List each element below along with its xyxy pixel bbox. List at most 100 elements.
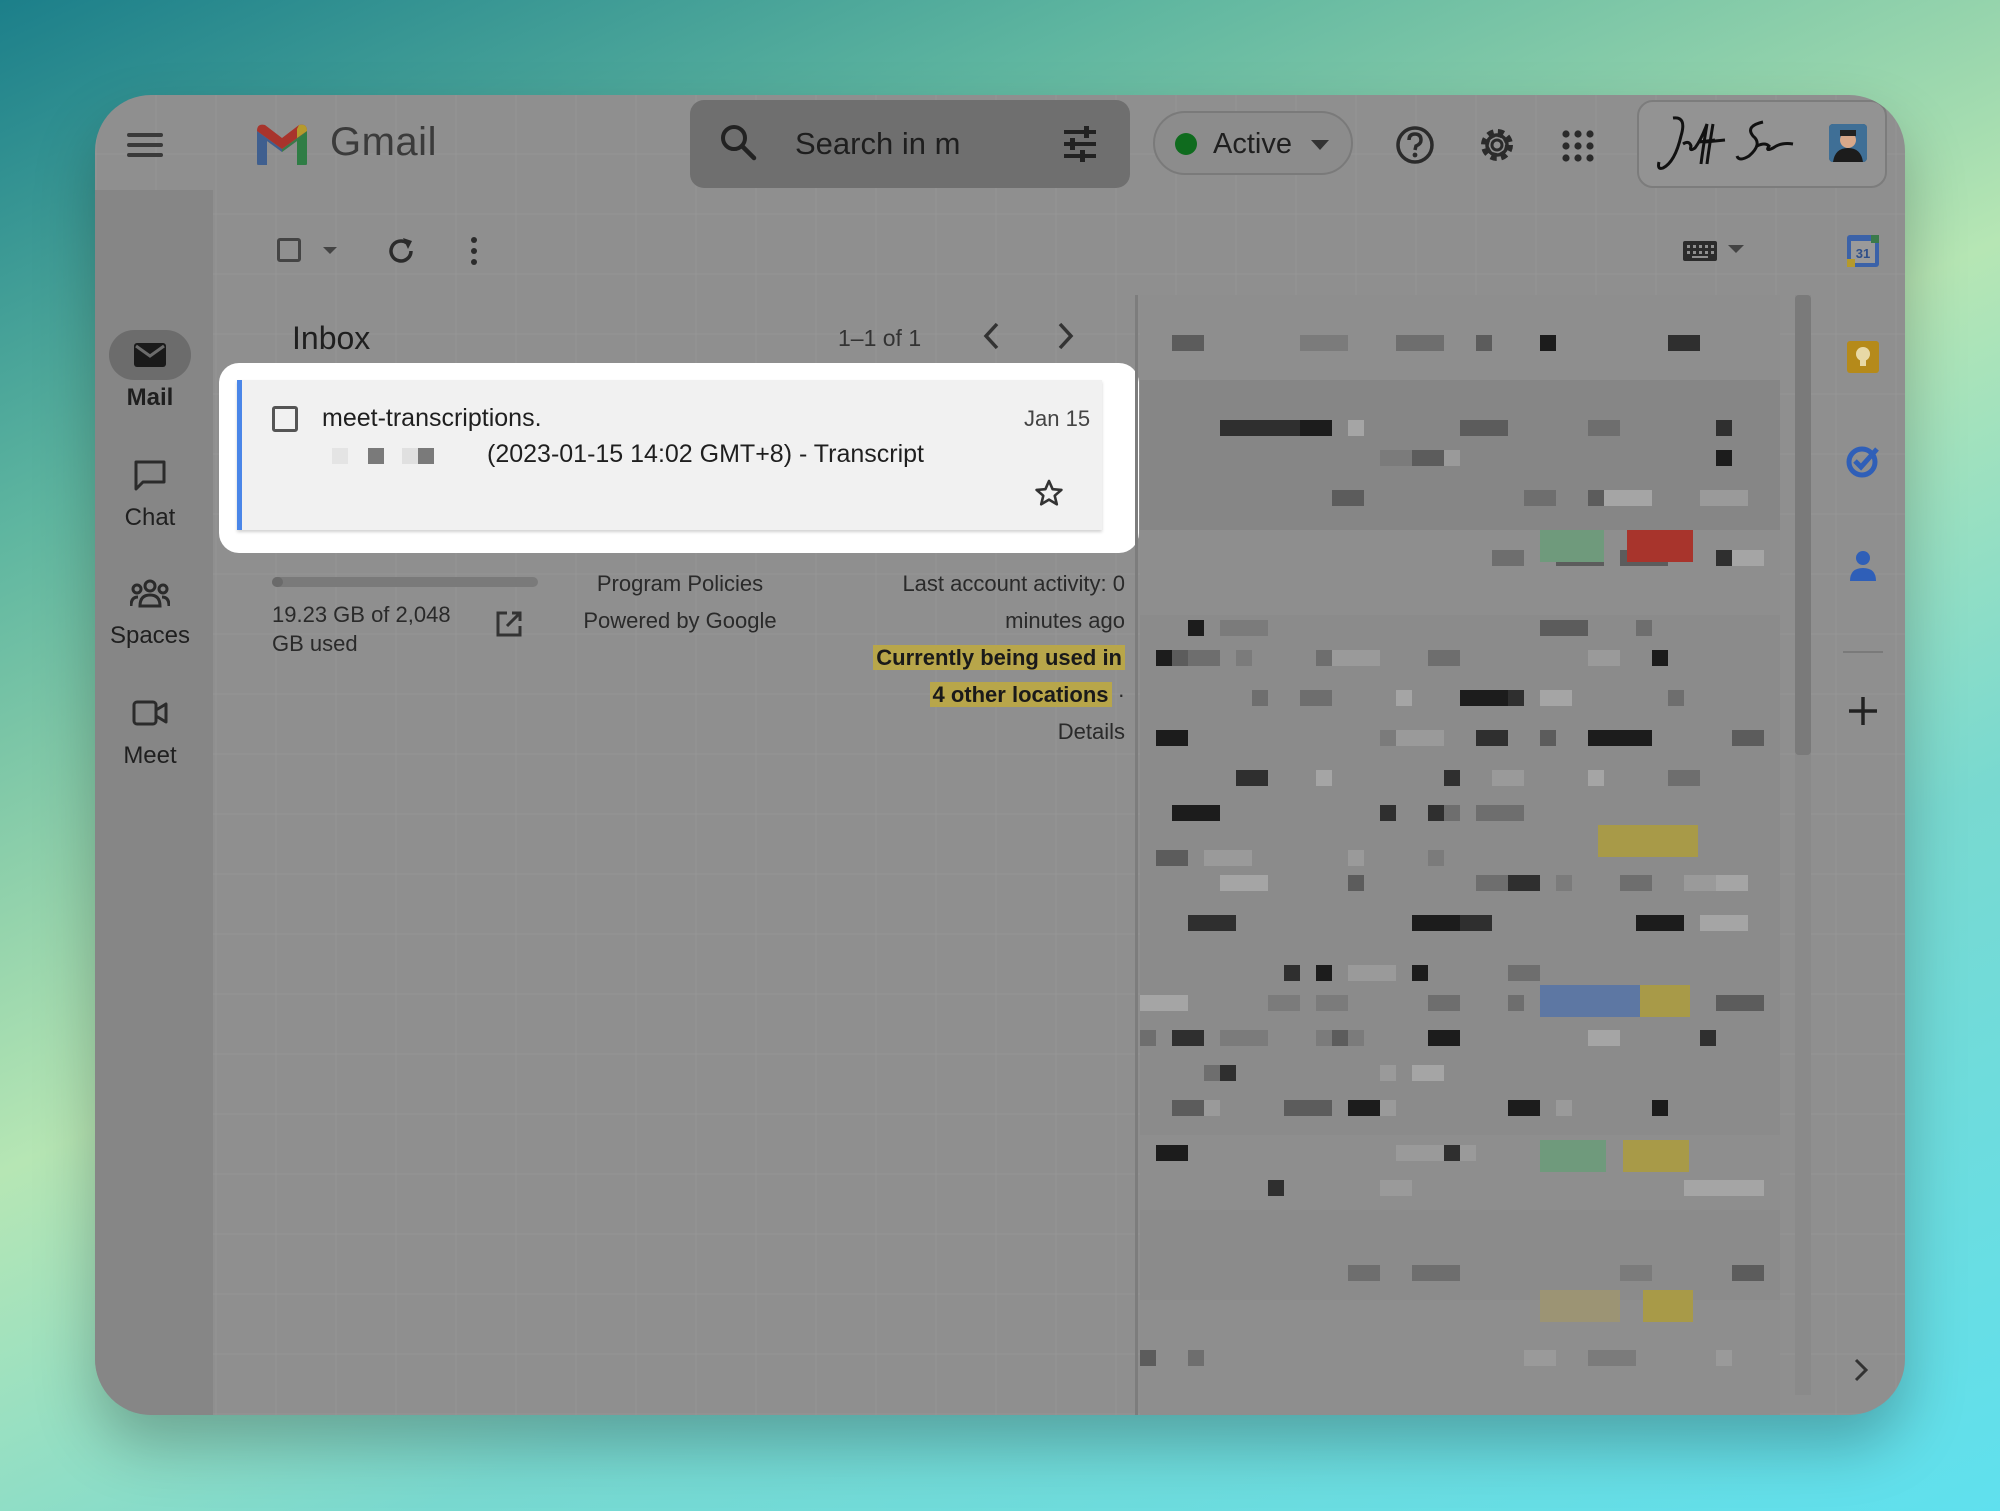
chevron-right-icon[interactable] xyxy=(1053,321,1077,351)
footer-links: Program Policies Powered by Google xyxy=(550,565,810,639)
redacted-block xyxy=(1460,915,1492,931)
redacted-block xyxy=(1588,490,1604,506)
redacted-block xyxy=(1268,420,1300,436)
split-divider[interactable] xyxy=(1135,295,1138,1415)
row-checkbox[interactable] xyxy=(272,406,298,432)
redacted-block xyxy=(1348,850,1364,866)
redacted-block xyxy=(1620,1265,1652,1281)
redacted-block xyxy=(1444,805,1460,821)
add-icon[interactable] xyxy=(1847,695,1879,727)
tune-icon[interactable] xyxy=(1060,124,1100,164)
redacted-block xyxy=(1460,420,1508,436)
chevron-right-icon[interactable] xyxy=(1851,1357,1871,1383)
tasks-icon[interactable] xyxy=(1845,443,1881,479)
pane-row-band xyxy=(1140,380,1780,530)
select-all-checkbox[interactable] xyxy=(277,238,301,262)
keyboard-icon[interactable] xyxy=(1682,240,1718,262)
redacted-block xyxy=(1396,690,1412,706)
input-tools-caret-icon[interactable] xyxy=(1728,245,1744,253)
redacted-block xyxy=(1284,965,1300,981)
redacted-block xyxy=(1460,1145,1476,1161)
search-icon[interactable] xyxy=(718,122,758,162)
avatar[interactable] xyxy=(1829,124,1867,162)
email-date: Jan 15 xyxy=(1024,406,1091,431)
redacted-block xyxy=(1700,915,1748,931)
reading-pane-redacted xyxy=(1140,295,1780,1415)
gear-icon[interactable] xyxy=(1477,125,1517,165)
redacted-block xyxy=(1716,1350,1732,1366)
status-dropdown[interactable]: Active xyxy=(1153,111,1353,175)
redacted-block xyxy=(1348,1265,1380,1281)
menu-icon[interactable] xyxy=(127,127,163,163)
gmail-logo-icon[interactable] xyxy=(253,121,311,165)
redacted-block xyxy=(1588,730,1636,746)
redacted-block xyxy=(1732,730,1764,746)
redacted-block xyxy=(1412,1065,1444,1081)
redacted-block xyxy=(1220,1065,1236,1081)
pane-row-band xyxy=(1140,1210,1780,1300)
redacted-block xyxy=(1172,1100,1204,1116)
keep-icon[interactable] xyxy=(1845,339,1881,375)
redacted-block xyxy=(1188,620,1204,636)
redacted-block xyxy=(1492,770,1524,786)
redacted-block xyxy=(1316,995,1348,1011)
search-input[interactable]: Search in m xyxy=(795,126,960,162)
details-link[interactable]: Details xyxy=(815,713,1125,750)
redacted-block xyxy=(1332,490,1364,506)
program-policies-link[interactable]: Program Policies xyxy=(550,565,810,602)
apps-icon[interactable] xyxy=(1561,129,1595,163)
redacted-block xyxy=(1556,875,1572,891)
redacted-block xyxy=(1300,690,1332,706)
storage-meter xyxy=(272,577,538,587)
storage-meter-fill xyxy=(272,577,283,587)
redacted-block xyxy=(332,448,348,464)
redacted-block xyxy=(1428,335,1444,351)
redacted-block xyxy=(1204,1065,1220,1081)
app-name: Gmail xyxy=(330,120,437,164)
account-switcher[interactable] xyxy=(1637,100,1887,188)
open-in-new-icon[interactable] xyxy=(495,610,523,638)
redacted-block xyxy=(1332,1030,1348,1046)
calendar-day: 31 xyxy=(1856,246,1870,261)
redacted-block xyxy=(1524,1350,1556,1366)
search-bar[interactable]: Search in m xyxy=(690,100,1130,188)
calendar-icon[interactable]: 31 xyxy=(1845,233,1881,269)
storage-usage: 19.23 GB of 2,048 GB used xyxy=(272,602,451,656)
nav-item-chat[interactable]: Chat xyxy=(95,450,205,532)
redacted-block xyxy=(1348,420,1364,436)
redacted-block xyxy=(1732,1265,1764,1281)
spaces-icon xyxy=(130,579,170,608)
redacted-block xyxy=(1668,335,1700,351)
redacted-block xyxy=(1428,650,1460,666)
scrollbar-thumb[interactable] xyxy=(1795,295,1811,755)
nav-item-spaces[interactable]: Spaces xyxy=(95,568,205,650)
reading-pane-scrollbar[interactable] xyxy=(1795,295,1811,1395)
contacts-icon[interactable] xyxy=(1845,547,1881,583)
table-row[interactable]: meet-transcriptions. Jan 15 (2023-01-15 … xyxy=(237,380,1102,530)
redacted-block xyxy=(1428,850,1444,866)
select-menu-caret-icon[interactable] xyxy=(323,247,337,254)
nav-item-meet[interactable]: Meet xyxy=(95,688,205,770)
star-icon[interactable] xyxy=(1034,478,1064,508)
redacted-label-chip xyxy=(1540,1140,1606,1172)
page-title: Inbox xyxy=(292,320,371,356)
refresh-icon[interactable] xyxy=(385,235,417,267)
redacted-block xyxy=(1300,335,1348,351)
more-vert-icon[interactable] xyxy=(468,235,480,267)
redacted-block xyxy=(1220,620,1268,636)
redacted-block xyxy=(1620,875,1652,891)
redacted-label-chip xyxy=(1640,985,1690,1017)
redacted-block xyxy=(1508,1100,1540,1116)
redacted-block xyxy=(1476,805,1524,821)
redacted-block xyxy=(1636,915,1684,931)
chevron-left-icon[interactable] xyxy=(980,321,1004,351)
redacted-block xyxy=(1396,335,1428,351)
nav-rail: Mail Chat Spaces Meet xyxy=(95,190,213,1415)
redacted-block xyxy=(1316,965,1332,981)
redacted-block xyxy=(1140,995,1188,1011)
redacted-block xyxy=(1172,805,1220,821)
nav-item-mail[interactable]: Mail xyxy=(95,330,205,412)
redacted-block xyxy=(1684,1180,1732,1196)
redacted-label-chip xyxy=(1598,825,1698,857)
help-icon[interactable] xyxy=(1395,125,1435,165)
